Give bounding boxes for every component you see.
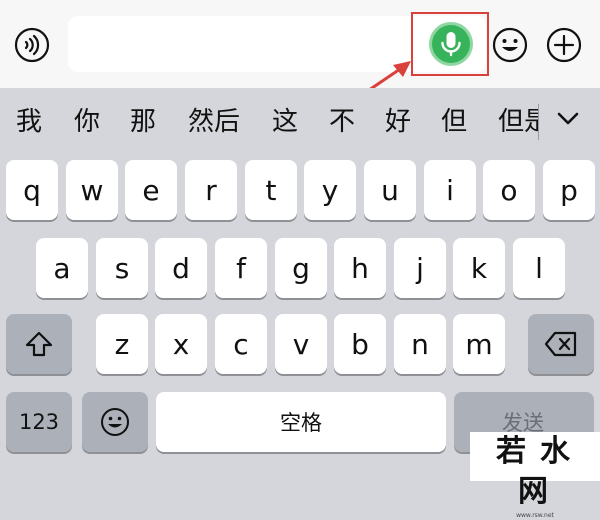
key-q[interactable]: q <box>6 160 58 220</box>
watermark: 若水网 www.rsw.net <box>470 432 600 519</box>
shift-key[interactable] <box>6 314 72 374</box>
key-p[interactable]: p <box>543 160 595 220</box>
candidate-word[interactable]: 我 <box>16 100 42 144</box>
key-g[interactable]: g <box>275 238 327 298</box>
shift-arrow-icon <box>25 331 53 357</box>
key-o[interactable]: o <box>483 160 535 220</box>
candidate-word[interactable]: 然后 <box>188 100 240 144</box>
key-a[interactable]: a <box>36 238 88 298</box>
candidate-word[interactable]: 那 <box>130 100 156 144</box>
watermark-text: 若水网 <box>496 434 584 509</box>
key-c[interactable]: c <box>215 314 267 374</box>
candidate-word[interactable]: 但 <box>441 100 467 144</box>
key-j[interactable]: j <box>394 238 446 298</box>
key-y[interactable]: y <box>304 160 356 220</box>
key-f[interactable]: f <box>215 238 267 298</box>
key-x[interactable]: x <box>155 314 207 374</box>
key-m[interactable]: m <box>453 314 505 374</box>
space-key[interactable]: 空格 <box>156 392 446 452</box>
key-b[interactable]: b <box>334 314 386 374</box>
key-t[interactable]: t <box>245 160 297 220</box>
key-e[interactable]: e <box>125 160 177 220</box>
delete-key[interactable] <box>528 314 594 374</box>
key-v[interactable]: v <box>275 314 327 374</box>
candidate-word[interactable]: 但是 <box>498 100 538 144</box>
smiley-face-icon[interactable] <box>492 27 528 63</box>
candidate-word[interactable]: 好 <box>385 100 411 144</box>
numbers-key[interactable]: 123 <box>6 392 72 452</box>
key-w[interactable]: w <box>66 160 118 220</box>
candidate-word[interactable]: 你 <box>74 100 100 144</box>
key-d[interactable]: d <box>155 238 207 298</box>
candidate-word[interactable]: 不 <box>329 100 355 144</box>
candidate-divider <box>538 104 539 140</box>
plus-circle-icon[interactable] <box>546 27 582 63</box>
key-k[interactable]: k <box>453 238 505 298</box>
candidate-word-clipped[interactable]: 但是 <box>490 100 538 144</box>
candidate-word[interactable]: 这 <box>272 100 298 144</box>
watermark-subtext: www.rsw.net <box>516 512 554 519</box>
key-u[interactable]: u <box>364 160 416 220</box>
key-i[interactable]: i <box>424 160 476 220</box>
key-l[interactable]: l <box>513 238 565 298</box>
smiley-face-icon <box>101 408 129 436</box>
voice-waves-icon[interactable] <box>14 27 50 63</box>
key-s[interactable]: s <box>96 238 148 298</box>
key-r[interactable]: r <box>185 160 237 220</box>
key-n[interactable]: n <box>394 314 446 374</box>
key-h[interactable]: h <box>334 238 386 298</box>
chevron-down-icon[interactable] <box>552 103 584 135</box>
emoji-key[interactable] <box>82 392 148 452</box>
backspace-icon <box>544 331 577 357</box>
key-z[interactable]: z <box>96 314 148 374</box>
